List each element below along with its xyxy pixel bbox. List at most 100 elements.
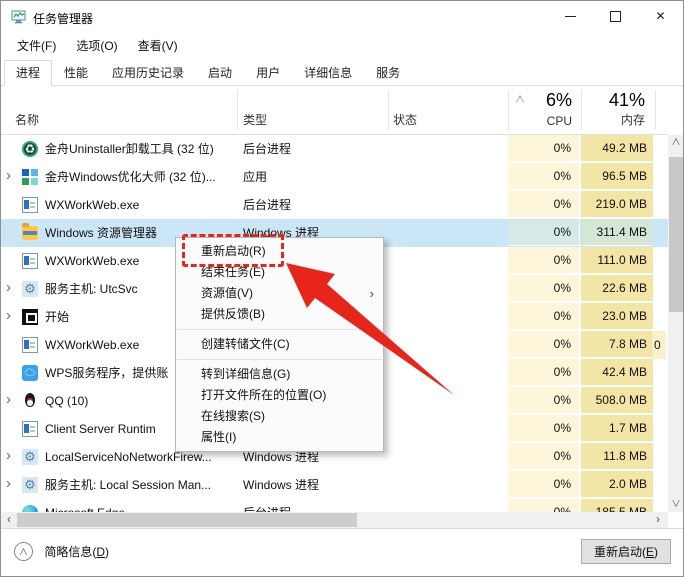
gear-icon [22,449,38,465]
column-header-name[interactable]: 名称 [15,111,39,128]
context-menu-item-create-dump[interactable]: 创建转储文件(C) [176,334,383,355]
column-header-status[interactable]: 状态 [393,111,417,128]
menubar-item-view[interactable]: 查看(V) [128,33,188,59]
details-toggle[interactable]: 简略信息(D) [14,542,109,562]
app-window-icon [22,421,38,437]
expand-chevron-icon[interactable]: › [6,448,11,464]
app-window-icon [22,197,38,213]
cpu-value: 0% [508,135,580,162]
context-menu-item-end-task[interactable]: 结束任务(E) [176,262,383,283]
tab-users[interactable]: 用户 [244,60,292,85]
menubar-item-options[interactable]: 选项(O) [66,33,127,59]
tab-details[interactable]: 详细信息 [292,60,364,85]
scroll-right-icon[interactable]: › [650,512,666,528]
expand-chevron-icon[interactable]: › [6,476,11,492]
minimize-button[interactable] [548,1,593,31]
task-manager-icon [11,9,27,25]
context-menu-item-properties[interactable]: 属性(I) [176,427,383,448]
context-menu-item-restart[interactable]: 重新启动(R) [176,241,383,262]
context-menu-item-open-file-location[interactable]: 打开文件所在的位置(O) [176,385,383,406]
task-manager-window: 任务管理器 文件(F)选项(O)查看(V) 进程性能应用历史记录启动用户详细信息… [0,0,684,577]
memory-value: 111.0 MB [581,247,653,274]
qq-icon [22,393,38,409]
context-menu-item-go-to-details[interactable]: 转到详细信息(G) [176,364,383,385]
chevron-up-circle-icon [14,542,33,561]
vertical-scrollbar[interactable]: ∧ ∨ [668,135,683,512]
process-name: 金舟Uninstaller卸载工具 (32 位) [45,142,214,156]
memory-value: 7.8 MB [581,331,653,358]
cpu-value: 0% [508,471,580,498]
context-menu-item-search-online[interactable]: 在线搜索(S) [176,406,383,427]
memory-value: 2.0 MB [581,471,653,498]
restart-button[interactable]: 重新启动(E) [580,539,671,564]
process-name: 服务主机: Local Session Man... [45,478,212,492]
process-type: 后台进程 [243,198,292,212]
memory-value: 219.0 MB [581,191,653,218]
process-type: Windows 进程 [243,478,320,492]
process-name: WPS服务程序，提供账 [45,366,169,380]
process-name: Windows 资源管理器 [45,226,158,240]
context-menu-item-resource-values[interactable]: 资源值(V) › [176,283,383,304]
cpu-value: 0% [508,387,580,414]
app-window-icon [22,253,38,269]
memory-value: 1.7 MB [581,415,653,442]
cpu-value: 0% [508,331,580,358]
process-name: Microsoft Edge [45,499,125,512]
memory-value: 49.2 MB [581,135,653,162]
memory-total: 41% [608,90,645,110]
process-row[interactable]: WXWorkWeb.exe 后台进程 0% 219.0 MB [1,191,668,219]
scroll-up-icon[interactable]: ∧ [668,135,683,150]
expand-chevron-icon[interactable]: › [6,308,11,324]
context-menu-item-provide-feedback[interactable]: 提供反馈(B) [176,304,383,325]
folder-icon [22,223,38,240]
edge-icon [22,505,38,512]
process-row[interactable]: 金舟Uninstaller卸载工具 (32 位) 后台进程 0%49.2 MB [1,135,668,163]
cpu-value: 0% [508,219,580,246]
scroll-down-icon[interactable]: ∨ [668,497,683,512]
maximize-button[interactable] [593,1,638,31]
menu-separator [177,359,382,360]
horizontal-scrollbar[interactable]: ‹ › [1,512,668,528]
tab-processes[interactable]: 进程 [4,60,53,86]
window-title: 任务管理器 [33,12,94,26]
expand-chevron-icon[interactable]: › [6,168,11,184]
header-divider [237,90,238,130]
menubar-item-file[interactable]: 文件(F) [7,33,66,59]
context-menu: 重新启动(R) 结束任务(E) 资源值(V) › 提供反馈(B) 创建转储文件(C) 转到详… [175,237,384,452]
expand-chevron-icon[interactable]: › [6,280,11,296]
footer-bar: 简略信息(D) 重新启动(E) [1,528,683,576]
memory-value: 96.5 MB [581,163,653,190]
tab-performance[interactable]: 性能 [52,60,100,85]
submenu-arrow-icon: › [369,286,374,301]
process-type: 后台进程 [243,142,292,156]
scroll-left-icon[interactable]: ‹ [1,512,17,528]
column-header-cpu[interactable]: CPU [508,114,572,128]
memory-value: 185.5 MB [581,499,653,512]
tab-startup[interactable]: 启动 [196,60,244,85]
cloud-icon [22,365,38,381]
memory-value: 508.0 MB [581,387,653,414]
tab-services[interactable]: 服务 [364,60,412,85]
header-divider [655,90,656,130]
titlebar: 任务管理器 [1,1,683,33]
cpu-value: 0% [508,247,580,274]
tab-app-history[interactable]: 应用历史记录 [100,60,196,85]
cpu-value: 0% [508,275,580,302]
process-row[interactable]: Microsoft Edge 后台进程 0%185.5 MB [1,499,668,512]
squares-icon [22,169,38,185]
app-window-icon [22,337,38,353]
process-row[interactable]: › 金舟Windows优化大师 (32 位)... 应用 0% 96.5 MB [1,163,668,191]
expand-chevron-icon[interactable]: › [6,392,11,408]
column-header-type[interactable]: 类型 [243,111,267,128]
column-header-memory[interactable]: 内存 [581,111,645,128]
memory-value: 42.4 MB [581,359,653,386]
process-type: 后台进程 [243,499,291,512]
process-name: WXWorkWeb.exe [45,338,140,352]
header-divider [508,90,509,130]
close-button[interactable] [638,1,683,31]
vertical-scrollbar-thumb[interactable] [669,157,683,312]
column-header: 名称 类型 状态 ∧ 6% CPU 41% 内存 [1,86,668,135]
horizontal-scrollbar-thumb[interactable] [17,513,357,527]
process-row[interactable]: › 服务主机: Local Session Man... Windows 进程 0%2… [1,471,668,499]
cpu-value: 0% [508,443,580,470]
